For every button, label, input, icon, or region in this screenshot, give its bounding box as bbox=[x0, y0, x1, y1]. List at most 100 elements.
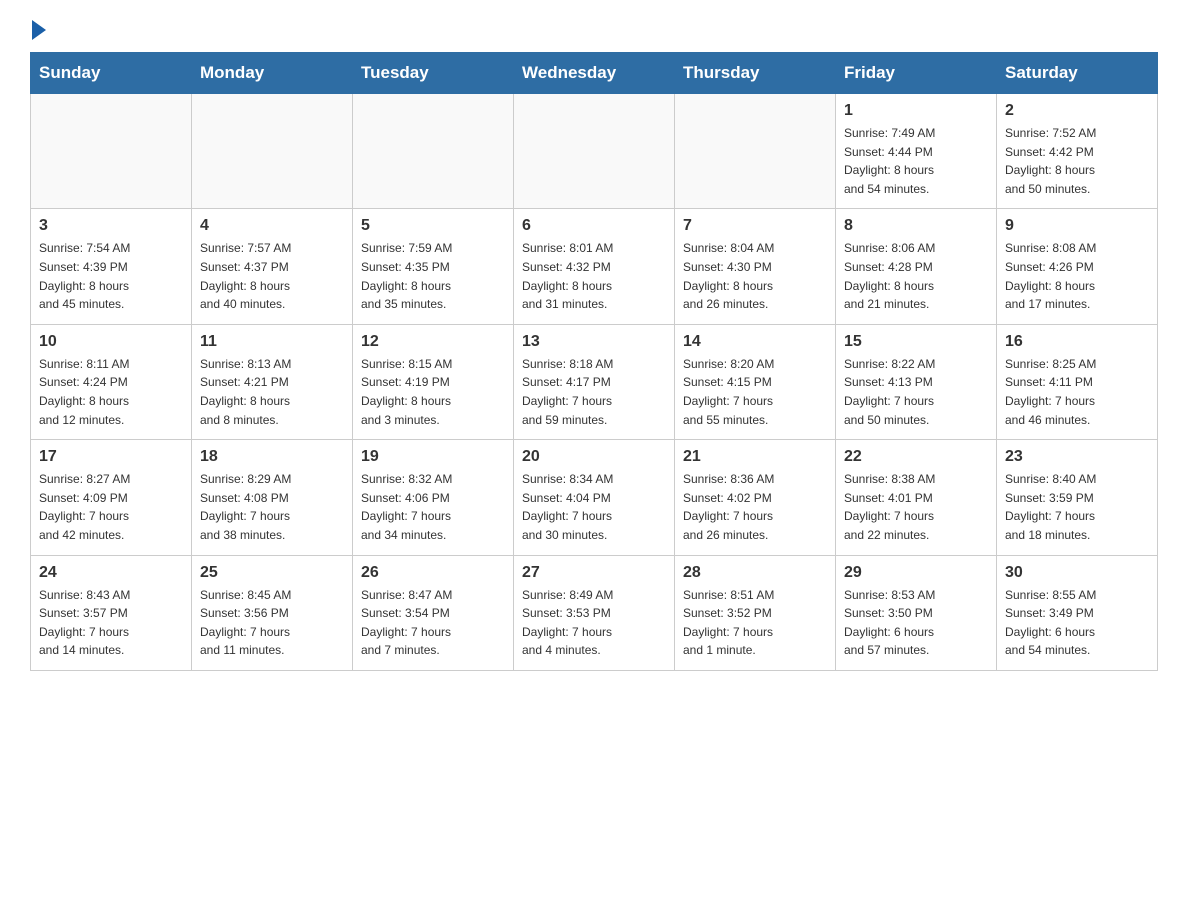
calendar-cell bbox=[514, 94, 675, 209]
weekday-header-tuesday: Tuesday bbox=[353, 53, 514, 94]
calendar-cell: 1 Sunrise: 7:49 AM Sunset: 4:44 PM Daylig… bbox=[836, 94, 997, 209]
logo-text bbox=[30, 20, 46, 38]
calendar-cell: 6 Sunrise: 8:01 AM Sunset: 4:32 PM Daylig… bbox=[514, 209, 675, 324]
calendar-cell: 8Sunrise: 8:06 AM Sunset: 4:28 PM Daylig… bbox=[836, 209, 997, 324]
calendar-cell: 16 Sunrise: 8:25 AM Sunset: 4:11 PM Dayli… bbox=[997, 324, 1158, 439]
calendar-cell: 5Sunrise: 7:59 AM Sunset: 4:35 PM Daylig… bbox=[353, 209, 514, 324]
day-number: 11 bbox=[200, 333, 344, 351]
calendar-week-row: 10Sunrise: 8:11 AM Sunset: 4:24 PM Dayli… bbox=[31, 324, 1158, 439]
calendar-cell: 2 Sunrise: 7:52 AM Sunset: 4:42 PM Daylig… bbox=[997, 94, 1158, 209]
day-number: 5 bbox=[361, 217, 505, 235]
day-number: 12 bbox=[361, 333, 505, 351]
calendar-week-row: 24 Sunrise: 8:43 AM Sunset: 3:57 PM Dayli… bbox=[31, 555, 1158, 670]
calendar-cell: 29 Sunrise: 8:53 AM Sunset: 3:50 PM Dayli… bbox=[836, 555, 997, 670]
weekday-header-wednesday: Wednesday bbox=[514, 53, 675, 94]
calendar-cell: 15 Sunrise: 8:22 AM Sunset: 4:13 PM Dayli… bbox=[836, 324, 997, 439]
day-info: Sunrise: 8:43 AM Sunset: 3:57 PM Dayligh… bbox=[39, 586, 183, 660]
day-info: Sunrise: 7:49 AM Sunset: 4:44 PM Dayligh… bbox=[844, 124, 988, 198]
day-number: 17 bbox=[39, 448, 183, 466]
day-number: 10 bbox=[39, 333, 183, 351]
calendar-cell bbox=[675, 94, 836, 209]
day-number: 1 bbox=[844, 102, 988, 120]
calendar-table: SundayMondayTuesdayWednesdayThursdayFrid… bbox=[30, 52, 1158, 671]
day-number: 27 bbox=[522, 564, 666, 582]
day-number: 28 bbox=[683, 564, 827, 582]
day-info: Sunrise: 8:32 AM Sunset: 4:06 PM Dayligh… bbox=[361, 470, 505, 544]
day-info: Sunrise: 8:45 AM Sunset: 3:56 PM Dayligh… bbox=[200, 586, 344, 660]
day-info: Sunrise: 8:08 AM Sunset: 4:26 PM Dayligh… bbox=[1005, 239, 1149, 313]
day-number: 14 bbox=[683, 333, 827, 351]
calendar-cell: 23Sunrise: 8:40 AM Sunset: 3:59 PM Dayli… bbox=[997, 440, 1158, 555]
day-number: 26 bbox=[361, 564, 505, 582]
calendar-cell: 25 Sunrise: 8:45 AM Sunset: 3:56 PM Dayli… bbox=[192, 555, 353, 670]
calendar-cell: 21 Sunrise: 8:36 AM Sunset: 4:02 PM Dayli… bbox=[675, 440, 836, 555]
calendar-cell: 9 Sunrise: 8:08 AM Sunset: 4:26 PM Daylig… bbox=[997, 209, 1158, 324]
day-info: Sunrise: 8:22 AM Sunset: 4:13 PM Dayligh… bbox=[844, 355, 988, 429]
calendar-cell bbox=[192, 94, 353, 209]
day-number: 25 bbox=[200, 564, 344, 582]
day-info: Sunrise: 8:04 AM Sunset: 4:30 PM Dayligh… bbox=[683, 239, 827, 313]
day-number: 6 bbox=[522, 217, 666, 235]
calendar-week-row: 1 Sunrise: 7:49 AM Sunset: 4:44 PM Daylig… bbox=[31, 94, 1158, 209]
calendar-cell: 30 Sunrise: 8:55 AM Sunset: 3:49 PM Dayli… bbox=[997, 555, 1158, 670]
day-number: 29 bbox=[844, 564, 988, 582]
calendar-cell: 27Sunrise: 8:49 AM Sunset: 3:53 PM Dayli… bbox=[514, 555, 675, 670]
logo-arrow-icon bbox=[32, 20, 46, 40]
calendar-cell: 12 Sunrise: 8:15 AM Sunset: 4:19 PM Dayli… bbox=[353, 324, 514, 439]
calendar-cell: 22 Sunrise: 8:38 AM Sunset: 4:01 PM Dayli… bbox=[836, 440, 997, 555]
weekday-header-thursday: Thursday bbox=[675, 53, 836, 94]
day-info: Sunrise: 8:01 AM Sunset: 4:32 PM Dayligh… bbox=[522, 239, 666, 313]
day-info: Sunrise: 8:36 AM Sunset: 4:02 PM Dayligh… bbox=[683, 470, 827, 544]
day-number: 22 bbox=[844, 448, 988, 466]
day-info: Sunrise: 8:40 AM Sunset: 3:59 PM Dayligh… bbox=[1005, 470, 1149, 544]
day-number: 16 bbox=[1005, 333, 1149, 351]
calendar-week-row: 17 Sunrise: 8:27 AM Sunset: 4:09 PM Dayli… bbox=[31, 440, 1158, 555]
day-info: Sunrise: 7:52 AM Sunset: 4:42 PM Dayligh… bbox=[1005, 124, 1149, 198]
calendar-cell: 10Sunrise: 8:11 AM Sunset: 4:24 PM Dayli… bbox=[31, 324, 192, 439]
calendar-cell: 4Sunrise: 7:57 AM Sunset: 4:37 PM Daylig… bbox=[192, 209, 353, 324]
calendar-cell: 17 Sunrise: 8:27 AM Sunset: 4:09 PM Dayli… bbox=[31, 440, 192, 555]
day-number: 3 bbox=[39, 217, 183, 235]
day-info: Sunrise: 8:13 AM Sunset: 4:21 PM Dayligh… bbox=[200, 355, 344, 429]
calendar-cell: 13Sunrise: 8:18 AM Sunset: 4:17 PM Dayli… bbox=[514, 324, 675, 439]
day-info: Sunrise: 8:15 AM Sunset: 4:19 PM Dayligh… bbox=[361, 355, 505, 429]
day-info: Sunrise: 8:06 AM Sunset: 4:28 PM Dayligh… bbox=[844, 239, 988, 313]
calendar-cell: 20 Sunrise: 8:34 AM Sunset: 4:04 PM Dayli… bbox=[514, 440, 675, 555]
day-info: Sunrise: 8:51 AM Sunset: 3:52 PM Dayligh… bbox=[683, 586, 827, 660]
weekday-header-row: SundayMondayTuesdayWednesdayThursdayFrid… bbox=[31, 53, 1158, 94]
weekday-header-sunday: Sunday bbox=[31, 53, 192, 94]
day-number: 7 bbox=[683, 217, 827, 235]
day-number: 4 bbox=[200, 217, 344, 235]
day-info: Sunrise: 7:54 AM Sunset: 4:39 PM Dayligh… bbox=[39, 239, 183, 313]
calendar-cell bbox=[31, 94, 192, 209]
calendar-cell: 14 Sunrise: 8:20 AM Sunset: 4:15 PM Dayli… bbox=[675, 324, 836, 439]
header bbox=[30, 20, 1158, 36]
day-info: Sunrise: 8:27 AM Sunset: 4:09 PM Dayligh… bbox=[39, 470, 183, 544]
calendar-cell: 24 Sunrise: 8:43 AM Sunset: 3:57 PM Dayli… bbox=[31, 555, 192, 670]
calendar-cell: 11 Sunrise: 8:13 AM Sunset: 4:21 PM Dayli… bbox=[192, 324, 353, 439]
calendar-cell: 3 Sunrise: 7:54 AM Sunset: 4:39 PM Daylig… bbox=[31, 209, 192, 324]
calendar-cell: 18Sunrise: 8:29 AM Sunset: 4:08 PM Dayli… bbox=[192, 440, 353, 555]
day-number: 15 bbox=[844, 333, 988, 351]
calendar-header: SundayMondayTuesdayWednesdayThursdayFrid… bbox=[31, 53, 1158, 94]
day-info: Sunrise: 8:29 AM Sunset: 4:08 PM Dayligh… bbox=[200, 470, 344, 544]
weekday-header-friday: Friday bbox=[836, 53, 997, 94]
day-number: 9 bbox=[1005, 217, 1149, 235]
day-number: 2 bbox=[1005, 102, 1149, 120]
day-info: Sunrise: 8:25 AM Sunset: 4:11 PM Dayligh… bbox=[1005, 355, 1149, 429]
day-info: Sunrise: 8:47 AM Sunset: 3:54 PM Dayligh… bbox=[361, 586, 505, 660]
day-number: 21 bbox=[683, 448, 827, 466]
weekday-header-monday: Monday bbox=[192, 53, 353, 94]
day-info: Sunrise: 8:34 AM Sunset: 4:04 PM Dayligh… bbox=[522, 470, 666, 544]
calendar-cell: 7 Sunrise: 8:04 AM Sunset: 4:30 PM Daylig… bbox=[675, 209, 836, 324]
weekday-header-saturday: Saturday bbox=[997, 53, 1158, 94]
day-info: Sunrise: 8:53 AM Sunset: 3:50 PM Dayligh… bbox=[844, 586, 988, 660]
day-info: Sunrise: 8:20 AM Sunset: 4:15 PM Dayligh… bbox=[683, 355, 827, 429]
day-number: 24 bbox=[39, 564, 183, 582]
day-number: 30 bbox=[1005, 564, 1149, 582]
calendar-body: 1 Sunrise: 7:49 AM Sunset: 4:44 PM Daylig… bbox=[31, 94, 1158, 671]
day-info: Sunrise: 8:55 AM Sunset: 3:49 PM Dayligh… bbox=[1005, 586, 1149, 660]
day-number: 19 bbox=[361, 448, 505, 466]
day-info: Sunrise: 8:38 AM Sunset: 4:01 PM Dayligh… bbox=[844, 470, 988, 544]
day-number: 20 bbox=[522, 448, 666, 466]
